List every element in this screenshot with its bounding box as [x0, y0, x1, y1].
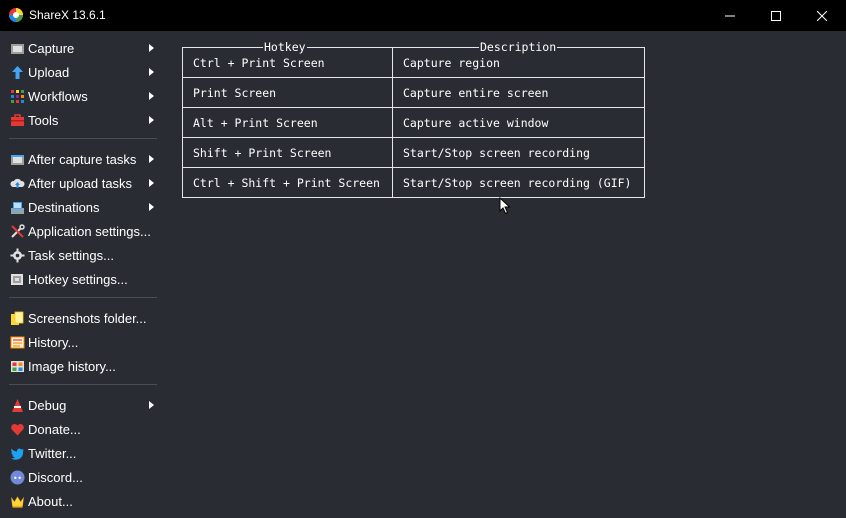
menu-item-hotkey-settings[interactable]: Hotkey settings... — [0, 268, 166, 292]
description-cell: Capture entire screen — [392, 77, 645, 108]
table-row: Print Screen Capture entire screen — [182, 77, 645, 108]
table-row: Ctrl + Print Screen Capture region — [182, 47, 645, 78]
menu-item-label: Task settings... — [28, 248, 114, 263]
menu-item-label: Twitter... — [28, 446, 77, 461]
submenu-arrow-icon — [149, 155, 154, 163]
menu-item-label: Image history... — [28, 359, 116, 374]
submenu-arrow-icon — [149, 68, 154, 76]
menu-item-image-history[interactable]: Image history... — [0, 355, 166, 379]
menu-item-label: Application settings... — [28, 224, 151, 239]
heart-icon — [11, 424, 24, 436]
menu-item-label: Tools — [28, 113, 59, 128]
menu-item-label: Capture — [28, 41, 75, 56]
hotkey-cell: Shift + Print Screen — [182, 137, 393, 168]
submenu-arrow-icon — [149, 116, 154, 124]
menu-item-application-settings[interactable]: Application settings... — [0, 220, 166, 244]
menu-item-destinations[interactable]: Destinations — [0, 196, 166, 220]
discord-icon — [10, 470, 25, 485]
menu-item-twitter[interactable]: Twitter... — [0, 442, 166, 466]
mouse-cursor-icon — [499, 197, 511, 215]
menu-item-label: Debug — [28, 398, 67, 413]
menu-item-label: Screenshots folder... — [28, 311, 147, 326]
menu-item-upload[interactable]: Upload — [0, 61, 166, 85]
hotkey-cell: Print Screen — [182, 77, 393, 108]
menu-item-after-upload-tasks[interactable]: After upload tasks — [0, 172, 166, 196]
description-column-header: Description — [479, 40, 558, 54]
keyboard-icon — [11, 274, 23, 285]
minimize-icon — [725, 15, 735, 16]
destinations-icon — [11, 202, 24, 214]
menu-separator — [9, 384, 157, 385]
menu-item-about[interactable]: About... — [0, 490, 166, 514]
description-cell: Start/Stop screen recording — [392, 137, 645, 168]
menu-item-label: Destinations — [28, 200, 100, 215]
hotkey-table: Ctrl + Print Screen Capture region Print… — [182, 47, 645, 198]
tools-icon — [11, 114, 24, 126]
menu-separator — [9, 297, 157, 298]
menu-item-label: Hotkey settings... — [28, 272, 128, 287]
menu-item-label: Workflows — [28, 89, 88, 104]
menu-item-workflows[interactable]: Workflows — [0, 85, 166, 109]
menu-item-after-capture-tasks[interactable]: After capture tasks — [0, 148, 166, 172]
history-icon — [10, 336, 25, 349]
maximize-button[interactable] — [753, 0, 799, 31]
menu-item-tools[interactable]: Tools — [0, 109, 166, 133]
menu-item-label: Donate... — [28, 422, 81, 437]
after-capture-icon — [11, 155, 24, 165]
menu-item-task-settings[interactable]: Task settings... — [0, 244, 166, 268]
crown-icon — [11, 496, 24, 508]
menu-item-donate[interactable]: Donate... — [0, 418, 166, 442]
submenu-arrow-icon — [149, 44, 154, 52]
app-settings-icon — [11, 224, 25, 238]
description-cell: Start/Stop screen recording (GIF) — [392, 167, 645, 198]
menu-item-label: History... — [28, 335, 79, 350]
maximize-icon — [771, 10, 781, 21]
close-icon — [817, 10, 827, 21]
table-row: Alt + Print Screen Capture active window — [182, 107, 645, 138]
menu-item-discord[interactable]: Discord... — [0, 466, 166, 490]
menu-item-label: After capture tasks — [28, 152, 137, 167]
menu-item-label: After upload tasks — [28, 176, 133, 191]
menu-separator — [9, 138, 157, 139]
submenu-arrow-icon — [149, 92, 154, 100]
main-menu: Capture Upload Workflows Tools After cap… — [0, 31, 166, 518]
twitter-icon — [10, 448, 24, 460]
hotkey-cell: Alt + Print Screen — [182, 107, 393, 138]
close-button[interactable] — [799, 0, 845, 31]
window-title: ShareX 13.6.1 — [29, 8, 106, 22]
image-history-icon — [11, 361, 24, 372]
gear-icon — [10, 248, 25, 263]
menu-item-label: About... — [28, 494, 73, 509]
menu-item-label: Upload — [28, 65, 70, 80]
capture-icon — [11, 44, 24, 54]
submenu-arrow-icon — [149, 203, 154, 211]
table-row: Ctrl + Shift + Print Screen Start/Stop s… — [182, 167, 645, 198]
submenu-arrow-icon — [149, 401, 154, 409]
title-bar: ShareX 13.6.1 — [0, 0, 846, 31]
debug-icon — [12, 399, 23, 412]
minimize-button[interactable] — [707, 0, 753, 31]
menu-item-history[interactable]: History... — [0, 331, 166, 355]
menu-item-screenshots-folder[interactable]: Screenshots folder... — [0, 307, 166, 331]
table-row: Shift + Print Screen Start/Stop screen r… — [182, 137, 645, 168]
sharex-logo-icon — [9, 8, 23, 22]
hotkey-column-header: Hotkey — [263, 40, 307, 54]
menu-item-label: Discord... — [28, 470, 83, 485]
upload-icon — [12, 66, 23, 79]
after-upload-icon — [10, 178, 25, 188]
submenu-arrow-icon — [149, 179, 154, 187]
menu-item-capture[interactable]: Capture — [0, 37, 166, 61]
folder-icon — [11, 311, 24, 325]
workflows-icon — [11, 90, 24, 103]
menu-item-debug[interactable]: Debug — [0, 394, 166, 418]
hotkey-cell: Ctrl + Shift + Print Screen — [182, 167, 393, 198]
description-cell: Capture active window — [392, 107, 645, 138]
